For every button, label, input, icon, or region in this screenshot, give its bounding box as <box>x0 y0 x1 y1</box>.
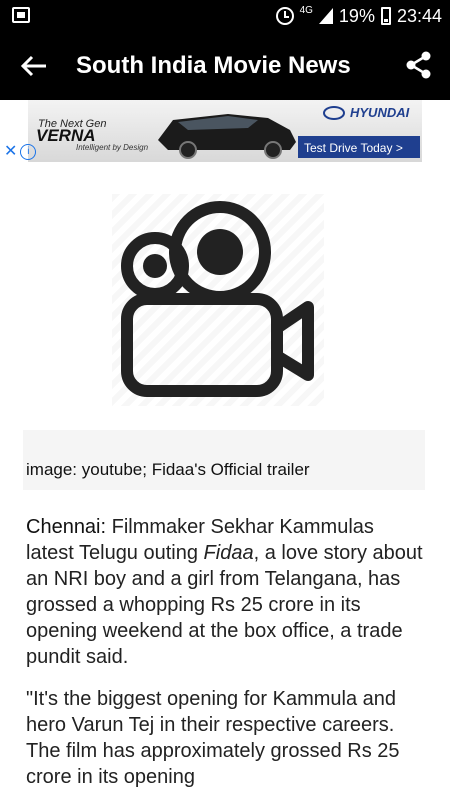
page-title: South India Movie News <box>76 52 351 79</box>
paragraph: "It's the biggest opening for Kammula an… <box>26 688 400 788</box>
ad-creative[interactable]: The Next Gen VERNA Intelligent by Design… <box>28 100 422 162</box>
ad-tagline-bottom: Intelligent by Design <box>76 143 149 152</box>
hyundai-logo-icon <box>323 106 345 120</box>
share-button[interactable] <box>404 50 434 80</box>
network-type: 4G <box>299 4 313 16</box>
back-button[interactable] <box>20 54 48 78</box>
paragraph: Chennai: Filmmaker Sekhar Kammulas lates… <box>26 514 426 670</box>
battery-percent: 19% <box>338 5 375 26</box>
ad-banner[interactable]: The Next Gen VERNA Intelligent by Design… <box>0 100 450 162</box>
ad-graphic: The Next Gen VERNA Intelligent by Design… <box>36 105 420 159</box>
video-camera-icon <box>121 201 314 397</box>
app-bar: South India Movie News <box>0 32 450 100</box>
dateline: Chennai: <box>26 516 107 538</box>
ad-brand: HYUNDAI <box>350 105 410 120</box>
image-caption: image: youtube; Fidaa's Official trailer <box>26 460 310 479</box>
ad-cta-label[interactable]: Test Drive Today > <box>304 141 403 155</box>
status-right: 4G 19% 23:44 <box>275 4 442 28</box>
article-body: Chennai: Filmmaker Sekhar Kammulas lates… <box>26 514 426 806</box>
article-content: image: youtube; Fidaa's Official trailer… <box>0 162 450 800</box>
film-title: Fidaa <box>203 542 254 564</box>
ad-close-icon[interactable]: ✕ <box>4 144 17 160</box>
signal-icon <box>318 8 333 24</box>
share-icon <box>406 51 431 79</box>
clock: 23:44 <box>396 5 442 26</box>
car-image <box>158 114 296 159</box>
battery-icon <box>380 7 391 25</box>
ad-choices[interactable]: ✕ i <box>0 142 40 162</box>
ad-info-icon[interactable]: i <box>20 144 37 160</box>
notification-icon <box>12 7 30 23</box>
article-image <box>112 194 324 406</box>
image-caption-box: image: youtube; Fidaa's Official trailer <box>23 430 425 490</box>
alarm-icon <box>275 7 294 25</box>
status-bar: 4G 19% 23:44 <box>0 0 450 32</box>
arrow-left-icon <box>20 55 46 77</box>
